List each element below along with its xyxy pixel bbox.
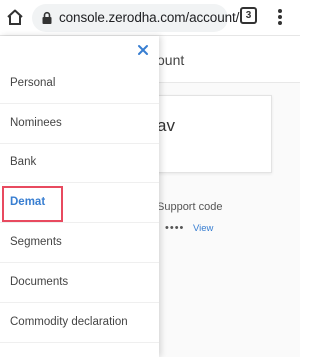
view-support-code-link[interactable]: View bbox=[193, 223, 213, 234]
drawer-item-segments[interactable]: Segments bbox=[0, 223, 159, 263]
home-icon[interactable] bbox=[4, 6, 26, 28]
page-title: ount bbox=[157, 52, 185, 68]
more-options-icon[interactable] bbox=[274, 5, 286, 29]
drawer-item-bank[interactable]: Bank bbox=[0, 143, 159, 183]
drawer-item-label: Bank bbox=[10, 156, 37, 168]
drawer-item-label: Segments bbox=[10, 236, 62, 248]
drawer-item-label: Documents bbox=[10, 276, 69, 288]
close-icon[interactable] bbox=[134, 41, 152, 59]
drawer-item-nominees[interactable]: Nominees bbox=[0, 104, 159, 144]
drawer-item-label: Personal bbox=[10, 77, 56, 89]
tab-switcher-button[interactable]: 3 bbox=[240, 7, 257, 24]
side-drawer: Personal Nominees Bank Demat Segments Do… bbox=[0, 36, 159, 357]
url-text: console.zerodha.com/account/ bbox=[59, 10, 240, 25]
support-code-masked: •••• bbox=[165, 222, 185, 234]
profile-card: av bbox=[150, 95, 272, 173]
profile-name: av bbox=[157, 116, 175, 135]
highlight-annotation-box bbox=[2, 186, 63, 222]
drawer-item-label: Nominees bbox=[10, 117, 62, 129]
address-bar[interactable]: console.zerodha.com/account/ bbox=[32, 4, 239, 32]
drawer-item-commodity-declaration[interactable]: Commodity declaration bbox=[0, 303, 159, 343]
lock-icon bbox=[40, 11, 54, 25]
drawer-item-label: Commodity declaration bbox=[10, 316, 128, 328]
drawer-item-personal[interactable]: Personal bbox=[0, 64, 159, 104]
browser-toolbar: console.zerodha.com/account/ 3 bbox=[0, 0, 300, 36]
support-code-label: Support code bbox=[157, 201, 223, 213]
drawer-item-documents[interactable]: Documents bbox=[0, 263, 159, 303]
